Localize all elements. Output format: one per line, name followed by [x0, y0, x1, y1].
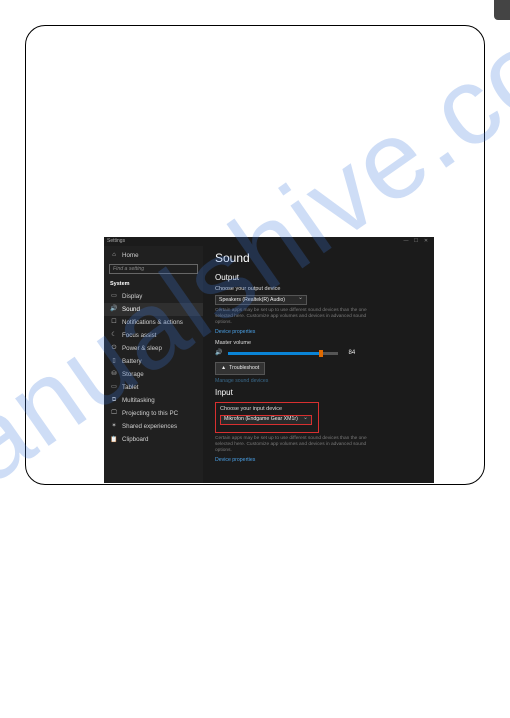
- projecting-icon: 🖵: [110, 410, 118, 418]
- sidebar-item-label: Clipboard: [122, 436, 148, 444]
- troubleshoot-label: Troubleshoot: [229, 365, 259, 372]
- sidebar-item-clipboard[interactable]: 📋 Clipboard: [104, 434, 203, 447]
- sidebar-item-label: Projecting to this PC: [122, 410, 178, 418]
- sidebar-item-label: Multitasking: [122, 397, 155, 405]
- volume-slider[interactable]: [228, 352, 338, 355]
- display-icon: ▭: [110, 293, 118, 301]
- sidebar-item-label: Sound: [122, 306, 140, 314]
- content-pane: Sound Output Choose your output device S…: [203, 237, 434, 483]
- master-volume-label: Master volume: [215, 340, 424, 347]
- output-choose-label: Choose your output device: [215, 286, 424, 293]
- volume-slider-fill: [228, 352, 320, 355]
- input-device-properties-link[interactable]: Device properties: [215, 457, 424, 464]
- sidebar-item-shared[interactable]: ✶ Shared experiences: [104, 421, 203, 434]
- titlebar: Settings — ☐ ✕: [104, 237, 434, 246]
- sidebar-item-label: Shared experiences: [122, 423, 177, 431]
- sound-icon: 🔊: [110, 306, 118, 314]
- battery-icon: ▯: [110, 358, 118, 366]
- output-device-dropdown[interactable]: Speakers (Realtek(R) Audio): [215, 295, 307, 305]
- sidebar-item-label: Focus assist: [122, 332, 156, 340]
- tablet-icon: ▭: [110, 384, 118, 392]
- output-hint: Certain apps may be set up to use differ…: [215, 308, 375, 326]
- output-device-properties-link[interactable]: Device properties: [215, 329, 424, 336]
- window-title: Settings: [107, 238, 125, 245]
- clipboard-icon: 📋: [110, 437, 118, 445]
- sidebar-home[interactable]: ⌂ Home: [104, 249, 203, 262]
- sidebar-item-focus-assist[interactable]: ☾ Focus assist: [104, 329, 203, 342]
- storage-icon: ⛁: [110, 371, 118, 379]
- input-hint: Certain apps may be set up to use differ…: [215, 436, 375, 454]
- sidebar-item-multitasking[interactable]: ⧉ Multitasking: [104, 395, 203, 408]
- input-device-value: Mikrofon (Endgame Gear XM1r): [224, 416, 298, 423]
- sidebar-section: System: [104, 278, 203, 290]
- settings-window: Settings — ☐ ✕ ⌂ Home Find a setting Sys…: [104, 237, 434, 483]
- volume-row: 🔊 84: [215, 350, 424, 358]
- input-heading: Input: [215, 388, 424, 398]
- outer-frame: Settings — ☐ ✕ ⌂ Home Find a setting Sys…: [25, 25, 485, 485]
- focus-icon: ☾: [110, 332, 118, 340]
- sidebar-item-label: Battery: [122, 358, 142, 366]
- volume-value: 84: [348, 350, 355, 358]
- warning-icon: ▲: [221, 365, 226, 372]
- shared-icon: ✶: [110, 423, 118, 431]
- sidebar-item-storage[interactable]: ⛁ Storage: [104, 369, 203, 382]
- search-input[interactable]: Find a setting: [109, 264, 198, 274]
- sidebar: ⌂ Home Find a setting System ▭ Display 🔊…: [104, 237, 203, 483]
- volume-slider-thumb[interactable]: [319, 350, 323, 357]
- sidebar-item-sound[interactable]: 🔊 Sound: [104, 303, 203, 316]
- sidebar-home-label: Home: [122, 252, 139, 260]
- input-choose-label: Choose your input device: [220, 406, 314, 413]
- sidebar-item-label: Display: [122, 293, 142, 301]
- input-device-dropdown[interactable]: Mikrofon (Endgame Gear XM1r): [220, 415, 312, 425]
- sidebar-item-battery[interactable]: ▯ Battery: [104, 356, 203, 369]
- input-highlight-box: Choose your input device Mikrofon (Endga…: [215, 402, 319, 433]
- page-title: Sound: [215, 251, 424, 267]
- sidebar-item-display[interactable]: ▭ Display: [104, 290, 203, 303]
- manage-sound-devices-link[interactable]: Manage sound devices: [215, 378, 424, 385]
- notifications-icon: ☐: [110, 319, 118, 327]
- home-icon: ⌂: [110, 252, 118, 260]
- sidebar-item-label: Notifications & actions: [122, 319, 183, 327]
- output-heading: Output: [215, 273, 424, 283]
- output-device-value: Speakers (Realtek(R) Audio): [219, 297, 285, 304]
- sidebar-item-label: Storage: [122, 371, 144, 379]
- sidebar-item-notifications[interactable]: ☐ Notifications & actions: [104, 316, 203, 329]
- sidebar-item-label: Tablet: [122, 384, 139, 392]
- sidebar-item-tablet[interactable]: ▭ Tablet: [104, 382, 203, 395]
- sidebar-item-projecting[interactable]: 🖵 Projecting to this PC: [104, 408, 203, 421]
- close-button[interactable]: ✕: [421, 238, 431, 245]
- multitasking-icon: ⧉: [110, 397, 118, 405]
- maximize-button[interactable]: ☐: [411, 238, 421, 245]
- speaker-icon: 🔊: [215, 350, 222, 358]
- search-placeholder: Find a setting: [113, 266, 144, 273]
- power-icon: ⏻: [110, 345, 118, 353]
- sidebar-item-power[interactable]: ⏻ Power & sleep: [104, 342, 203, 355]
- minimize-button[interactable]: —: [401, 238, 411, 245]
- sidebar-item-label: Power & sleep: [122, 345, 162, 353]
- page-corner-stub: [494, 0, 510, 20]
- troubleshoot-button[interactable]: ▲ Troubleshoot: [215, 362, 265, 375]
